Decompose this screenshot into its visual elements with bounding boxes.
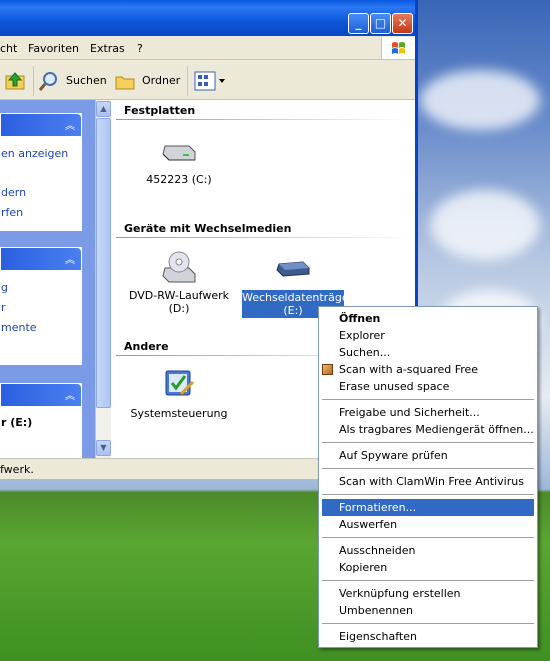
drive-c[interactable]: 452223 (C:) bbox=[129, 136, 229, 186]
toolbar: Suchen Ordner bbox=[0, 60, 415, 100]
context-menu: Öffnen Explorer Suchen... Scan with a-squar… bbox=[318, 306, 538, 648]
panel-link[interactable]: en anzeigen bbox=[1, 147, 68, 160]
drive-c-label: 452223 (C:) bbox=[146, 173, 212, 186]
title-bar[interactable]: _ □ ✕ bbox=[0, 0, 415, 36]
close-button[interactable]: ✕ bbox=[392, 13, 413, 34]
task-panel-2: ︽ g r mente bbox=[0, 247, 82, 365]
panel-link[interactable]: rfen bbox=[1, 206, 23, 219]
group-removable: Geräte mit Wechselmedien bbox=[124, 222, 292, 235]
up-folder-button[interactable] bbox=[4, 70, 28, 92]
menu-favorites[interactable]: Favoriten bbox=[28, 42, 79, 55]
menu-item-scan-with-a-squared-free[interactable]: Scan with a-squared Free bbox=[322, 361, 534, 378]
menu-help[interactable]: ? bbox=[137, 42, 143, 55]
menu-item-explorer[interactable]: Explorer bbox=[322, 327, 534, 344]
menu-separator bbox=[322, 442, 534, 443]
removable-disk-icon bbox=[276, 261, 310, 277]
menu-item-als-tragbares-mediengerät-öffnen[interactable]: Als tragbares Mediengerät öffnen... bbox=[322, 421, 534, 438]
menu-separator bbox=[322, 623, 534, 624]
menu-item-ausschneiden[interactable]: Ausschneiden bbox=[322, 542, 534, 559]
menu-item-eigenschaften[interactable]: Eigenschaften bbox=[322, 628, 534, 645]
menu-separator bbox=[322, 494, 534, 495]
folders-label: Ordner bbox=[142, 74, 181, 87]
panel-header[interactable]: ︽ bbox=[1, 248, 81, 270]
hard-disk-icon bbox=[162, 145, 196, 161]
menu-item-kopieren[interactable]: Kopieren bbox=[322, 559, 534, 576]
status-text: fwerk. bbox=[0, 463, 34, 476]
toolbar-separator bbox=[33, 66, 34, 96]
collapse-icon[interactable]: ︽ bbox=[65, 117, 75, 132]
drive-d-label-1: DVD-RW-Laufwerk bbox=[129, 289, 230, 302]
control-panel[interactable]: Systemsteuerung bbox=[129, 366, 229, 420]
folders-icon bbox=[115, 76, 135, 90]
drive-d-label-2: (D:) bbox=[168, 302, 190, 315]
panel-link[interactable]: g bbox=[1, 281, 8, 294]
group-divider bbox=[116, 237, 413, 238]
menu-item-auf-spyware-prüfen[interactable]: Auf Spyware prüfen bbox=[322, 447, 534, 464]
group-hard-disks: Festplatten bbox=[124, 104, 196, 117]
menu-item-scan-with-clamwin-free-antivirus[interactable]: Scan with ClamWin Free Antivirus bbox=[322, 473, 534, 490]
minimize-button[interactable]: _ bbox=[348, 13, 369, 34]
menu-separator bbox=[322, 468, 534, 469]
panel-link[interactable]: dern bbox=[1, 186, 26, 199]
menu-item-verknüpfung-erstellen[interactable]: Verknüpfung erstellen bbox=[322, 585, 534, 602]
drive-d[interactable]: DVD-RW-Laufwerk (D:) bbox=[129, 250, 229, 315]
task-panel-3: ︽ r (E:) bbox=[0, 383, 82, 458]
windows-logo-icon bbox=[381, 37, 415, 59]
menu-item-freigabe-und-sicherheit[interactable]: Freigabe und Sicherheit... bbox=[322, 404, 534, 421]
scroll-up-button[interactable]: ▲ bbox=[96, 101, 111, 117]
menu-item-umbenennen[interactable]: Umbenennen bbox=[322, 602, 534, 619]
group-divider bbox=[116, 119, 413, 120]
collapse-icon[interactable]: ︽ bbox=[65, 387, 75, 402]
collapse-icon[interactable]: ︽ bbox=[65, 251, 75, 266]
maximize-button[interactable]: □ bbox=[370, 13, 391, 34]
menu-bar: cht Favoriten Extras ? bbox=[0, 36, 415, 60]
up-folder-icon bbox=[5, 72, 25, 90]
panel-header[interactable]: ︽ bbox=[1, 114, 81, 136]
search-icon bbox=[38, 72, 57, 91]
desktop-cloud bbox=[430, 190, 540, 260]
search-label: Suchen bbox=[66, 74, 107, 87]
menu-item-formatieren[interactable]: Formatieren... bbox=[322, 499, 534, 516]
panel-link[interactable]: r bbox=[1, 301, 6, 314]
task-panel-1: ︽ en anzeigen dern rfen bbox=[0, 113, 82, 231]
search-button[interactable]: Suchen bbox=[38, 70, 108, 92]
dvd-drive-icon bbox=[162, 251, 196, 283]
vertical-scrollbar[interactable]: ▲ ▼ bbox=[95, 100, 111, 458]
details-title: r (E:) bbox=[1, 416, 33, 429]
panel-link[interactable]: mente bbox=[1, 321, 37, 334]
scroll-down-button[interactable]: ▼ bbox=[96, 440, 111, 456]
menu-item-auswerfen[interactable]: Auswerfen bbox=[322, 516, 534, 533]
views-icon bbox=[194, 71, 225, 91]
menu-separator bbox=[322, 399, 534, 400]
menu-separator bbox=[322, 580, 534, 581]
menu-extras[interactable]: Extras bbox=[90, 42, 125, 55]
panel-header[interactable]: ︽ bbox=[1, 384, 81, 406]
control-panel-icon bbox=[165, 370, 195, 396]
menu-item-öffnen[interactable]: Öffnen bbox=[322, 310, 534, 327]
desktop-cloud bbox=[420, 70, 540, 130]
scroll-thumb[interactable] bbox=[96, 118, 111, 408]
views-button[interactable] bbox=[193, 70, 229, 92]
menu-item-suchen[interactable]: Suchen... bbox=[322, 344, 534, 361]
folders-button[interactable]: Ordner bbox=[114, 70, 184, 92]
control-panel-label: Systemsteuerung bbox=[130, 407, 228, 420]
toolbar-separator bbox=[187, 66, 188, 96]
menu-separator bbox=[322, 537, 534, 538]
task-pane: ︽ en anzeigen dern rfen ︽ g r mente ︽ r … bbox=[0, 100, 95, 458]
drive-e-label-1: Wechseldatenträger bbox=[242, 291, 354, 304]
menu-view[interactable]: cht bbox=[0, 42, 17, 55]
menu-item-erase-unused-space[interactable]: Erase unused space bbox=[322, 378, 534, 395]
group-other: Andere bbox=[124, 340, 169, 353]
